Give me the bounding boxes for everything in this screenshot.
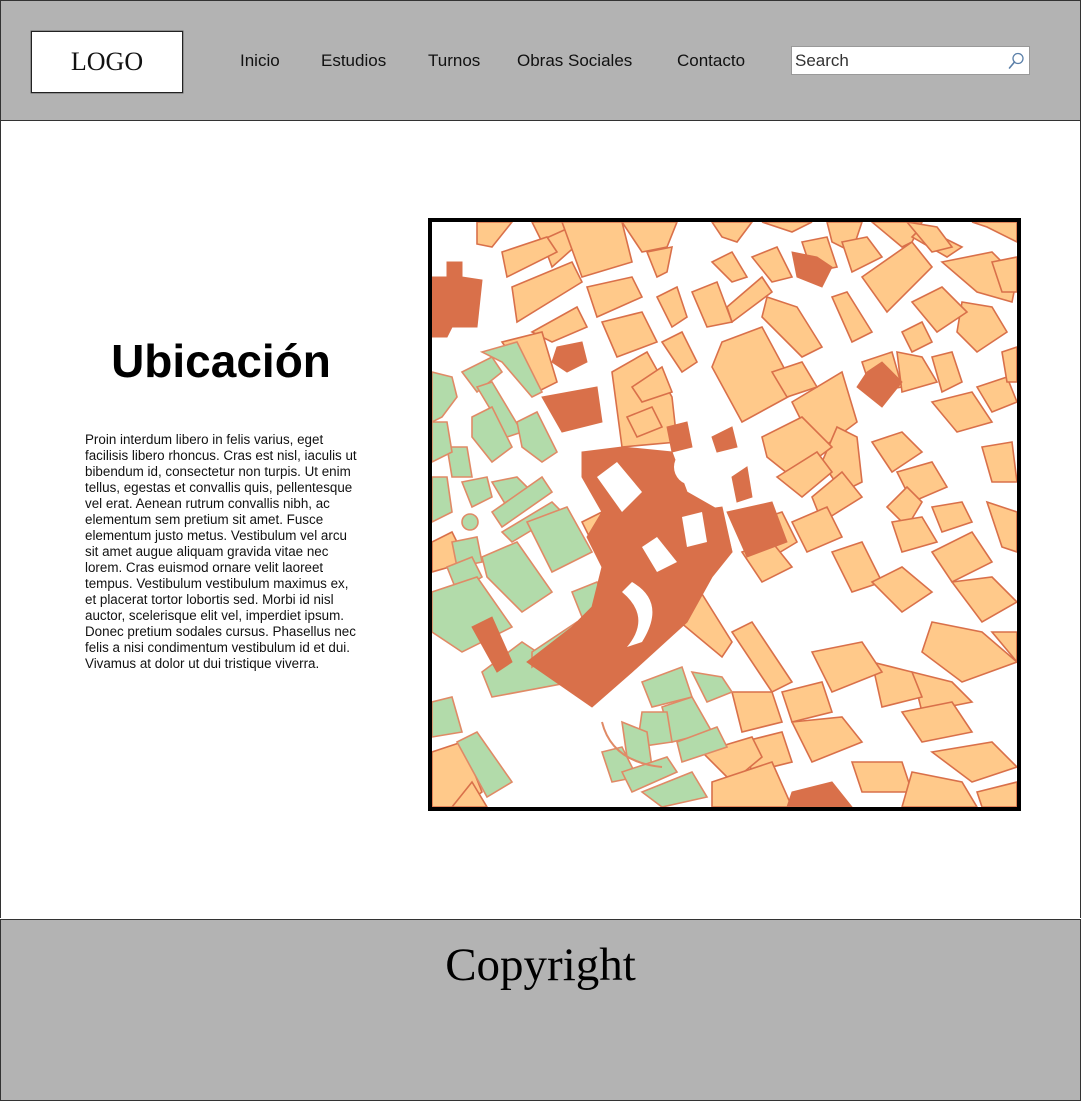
footer-bar: Copyright <box>0 919 1081 1101</box>
page-title: Ubicación <box>111 335 331 387</box>
nav-estudios[interactable]: Estudios <box>321 51 386 71</box>
nav-inicio[interactable]: Inicio <box>240 51 280 71</box>
location-map[interactable] <box>428 218 1021 811</box>
map-image <box>432 222 1017 807</box>
nav-contacto[interactable]: Contacto <box>677 51 745 71</box>
body-paragraph: Proin interdum libero in felis varius, e… <box>85 432 357 671</box>
search-input[interactable] <box>795 49 1000 72</box>
search-box <box>791 46 1030 75</box>
search-icon[interactable] <box>1006 51 1026 71</box>
nav-turnos[interactable]: Turnos <box>428 51 480 71</box>
header-bar: LOGO Inicio Estudios Turnos Obras Social… <box>0 0 1081 121</box>
copyright-text: Copyright <box>445 939 636 991</box>
nav-obras-sociales[interactable]: Obras Sociales <box>517 51 632 71</box>
logo[interactable]: LOGO <box>31 31 183 93</box>
